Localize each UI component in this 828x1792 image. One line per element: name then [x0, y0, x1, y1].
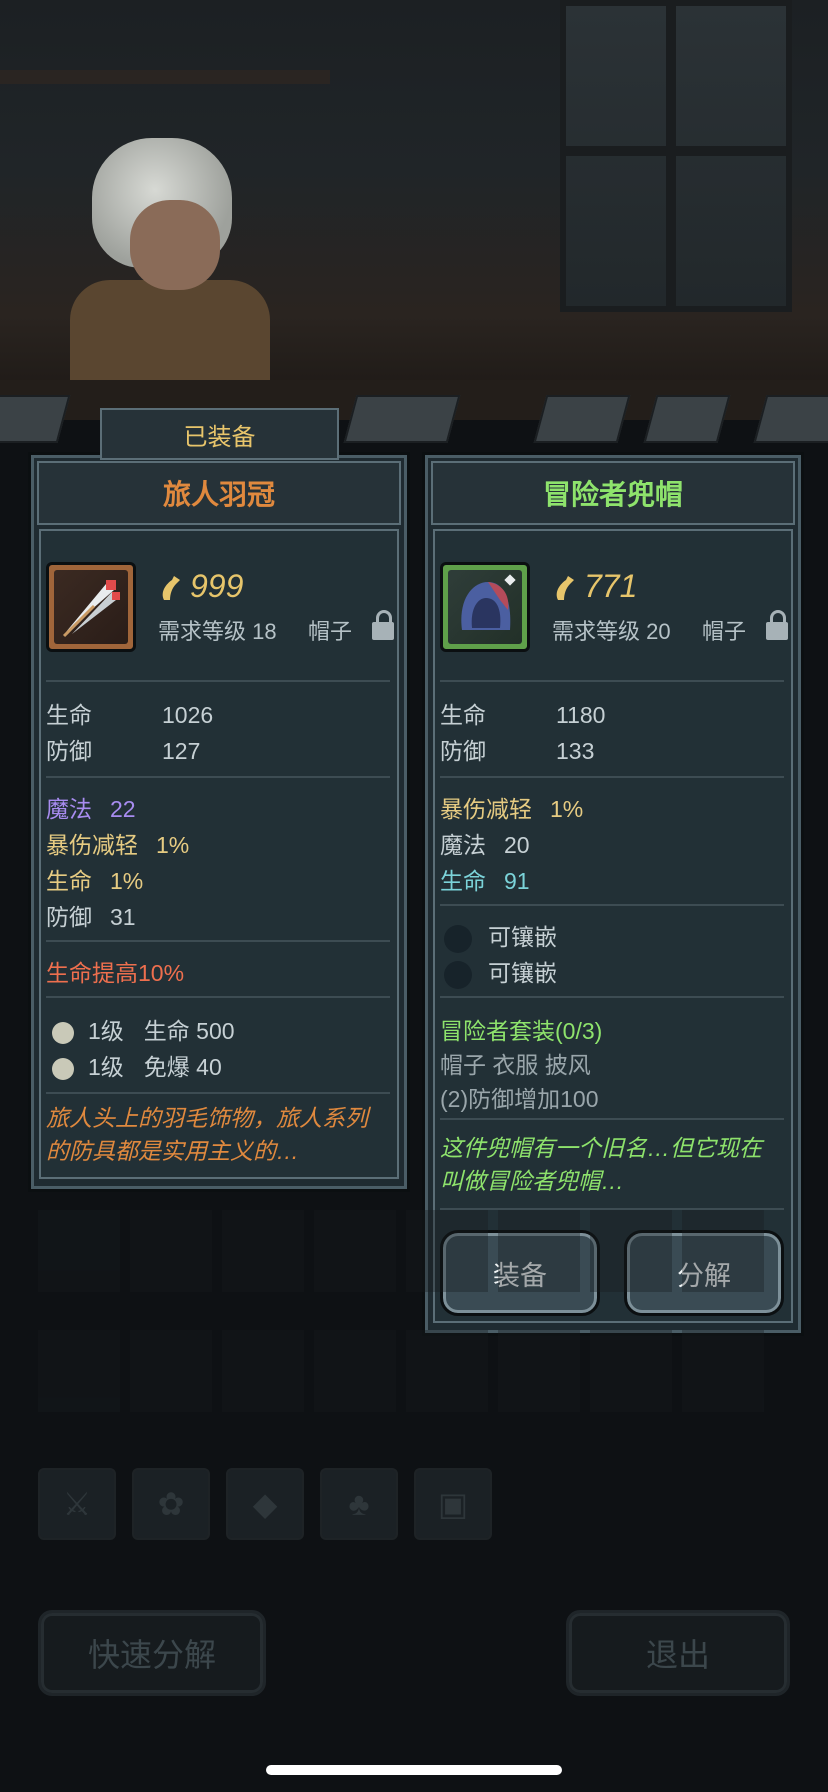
hero-character: [70, 120, 270, 410]
gem-stat: 1级 生命 500: [52, 1012, 235, 1046]
base-stat: 生命 1026: [46, 702, 214, 728]
item-title-bar: 冒险者兜帽: [431, 461, 795, 525]
base-stat: 生命 1180: [440, 702, 606, 728]
required-level: 需求等级 20: [552, 619, 671, 644]
bean-currency-icon: [556, 576, 574, 600]
feather-icon: [62, 580, 120, 638]
chest-icon[interactable]: ▣: [414, 1468, 492, 1540]
set-name: 冒险者套装(0/3): [440, 1018, 603, 1044]
set-bonus: (2)防御增加100: [440, 1086, 599, 1112]
inventory-grid: [38, 1210, 788, 1440]
empty-socket-icon: [444, 924, 472, 953]
item-price: 771: [584, 568, 638, 604]
item-name: 冒险者兜帽: [542, 479, 683, 510]
bonus-stat: 防御 31: [46, 904, 136, 930]
item-description: 旅人头上的羽毛饰物，旅人系列 的防具都是实用主义的…: [46, 1105, 368, 1164]
base-stat: 防御 127: [46, 738, 201, 764]
item-name: 旅人羽冠: [162, 479, 275, 510]
gem-stat: 1级 免爆 40: [52, 1048, 222, 1082]
item-type: 帽子: [308, 619, 353, 644]
bonus-stat: 暴伤减轻 1%: [46, 832, 190, 858]
gem-clover-icon: [52, 1021, 74, 1044]
bonus-stat: 魔法 22: [46, 796, 136, 822]
base-stat: 防御 133: [440, 738, 595, 764]
game-scene-background: [0, 0, 828, 420]
gem-socket[interactable]: 可镶嵌: [444, 918, 557, 953]
hood-icon: [461, 574, 516, 630]
required-level: 需求等级 18: [158, 619, 277, 644]
set-items: 帽子 衣服 披风: [440, 1052, 591, 1078]
equipped-tab-label: 已装备: [183, 423, 256, 451]
bean-currency-icon: [162, 576, 180, 600]
home-indicator[interactable]: [266, 1765, 562, 1775]
bonus-stat: 魔法 20: [440, 832, 530, 858]
bonus-stat: 生命 1%: [46, 868, 144, 894]
lock-icon[interactable]: [766, 610, 788, 640]
item-price: 999: [190, 568, 244, 604]
item-description: 这件兜帽有一个旧名…但它现在 叫做冒险者兜帽…: [440, 1135, 762, 1194]
gem-socket[interactable]: 可镶嵌: [444, 954, 557, 989]
bookshelf: [0, 70, 330, 84]
equipped-tab: 已装备: [100, 408, 339, 460]
lock-icon[interactable]: [372, 610, 394, 640]
item-title-bar: 旅人羽冠: [37, 461, 401, 525]
window: [560, 0, 792, 312]
item-type: 帽子: [702, 619, 747, 644]
weapon-icon[interactable]: ⚔: [38, 1468, 116, 1540]
special-effect: 生命提高10%: [46, 960, 185, 986]
empty-socket-icon: [444, 960, 472, 989]
quick-dismantle-button[interactable]: 快速分解: [38, 1610, 266, 1696]
item-icon-hood[interactable]: [440, 562, 530, 652]
gem-icon[interactable]: ◆: [226, 1468, 304, 1540]
item-icon-feather-crown[interactable]: [46, 562, 136, 652]
paw-icon[interactable]: ✿: [132, 1468, 210, 1540]
gem-shield-icon: [52, 1057, 74, 1080]
bonus-stat: 生命 91: [440, 868, 530, 894]
leaf-icon[interactable]: ♣: [320, 1468, 398, 1540]
bonus-stat: 暴伤减轻 1%: [440, 796, 584, 822]
hero-face: [130, 200, 220, 290]
exit-button[interactable]: 退出: [566, 1610, 790, 1696]
